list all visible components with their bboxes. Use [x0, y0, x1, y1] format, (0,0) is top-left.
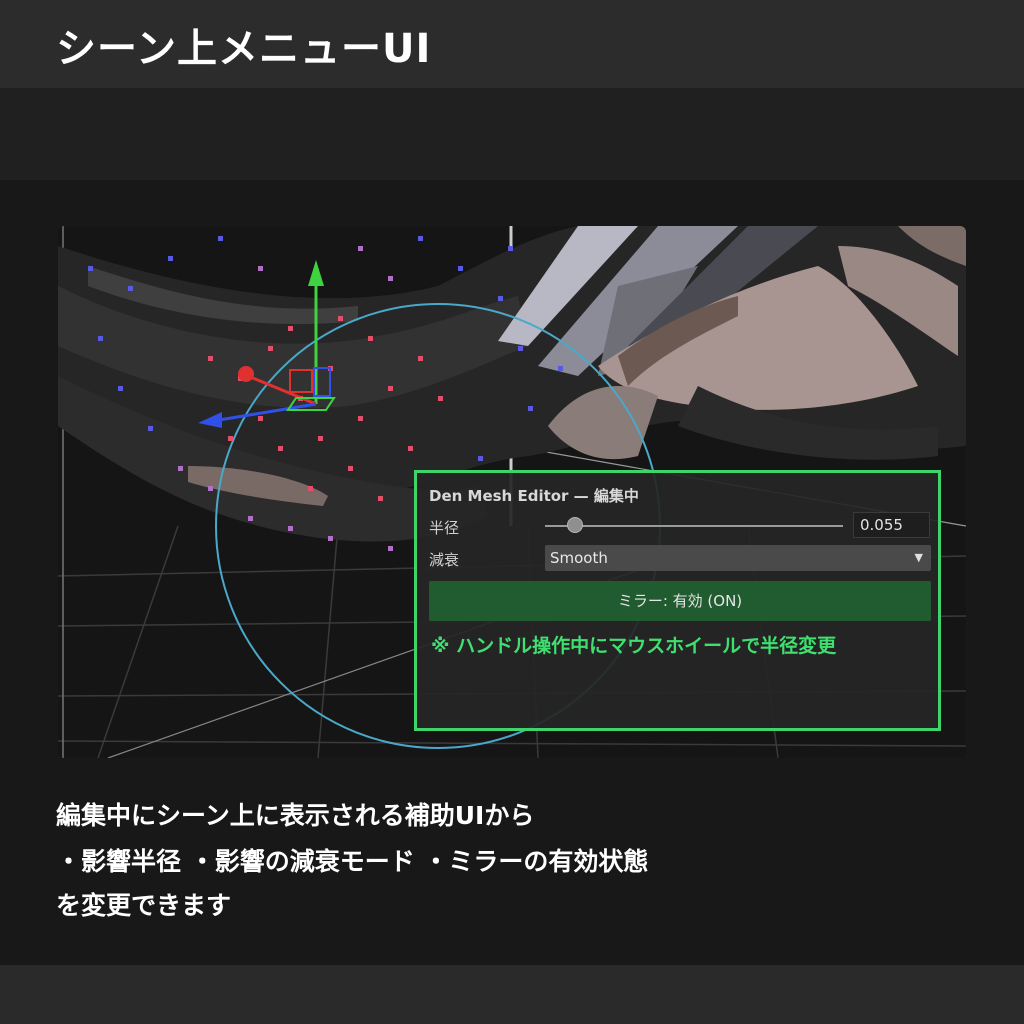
- mirror-toggle-button[interactable]: ミラー: 有効 (ON): [429, 581, 931, 621]
- falloff-dropdown[interactable]: Smooth ▼: [545, 545, 931, 571]
- radius-slider-handle[interactable]: [566, 517, 583, 533]
- radius-slider[interactable]: [545, 525, 843, 527]
- caption-line-1: 編集中にシーン上に表示される補助UIから: [56, 801, 535, 830]
- wheel-hint-text: ※ ハンドル操作中にマウスホイールで半径変更: [431, 635, 837, 657]
- sub-bar: [0, 88, 1024, 180]
- scene-menu-panel: Den Mesh Editor — 編集中 半径 0.055 減衰 Smooth…: [414, 470, 941, 731]
- page-title: シーン上メニューUI: [56, 26, 432, 72]
- falloff-selected-value: Smooth: [550, 549, 608, 567]
- caption-line-3: を変更できます: [56, 891, 232, 920]
- radius-label: 半径: [429, 519, 460, 537]
- panel-title: Den Mesh Editor — 編集中: [429, 487, 639, 505]
- footer-bar: [0, 965, 1024, 1024]
- radius-value-field[interactable]: 0.055: [853, 512, 930, 538]
- scene-viewport[interactable]: Den Mesh Editor — 編集中 半径 0.055 減衰 Smooth…: [58, 226, 966, 758]
- triangle-down-icon: ▼: [914, 551, 923, 564]
- falloff-label: 減衰: [429, 551, 460, 569]
- caption-line-2: ・影響半径 ・影響の減衰モード ・ミラーの有効状態: [56, 847, 649, 876]
